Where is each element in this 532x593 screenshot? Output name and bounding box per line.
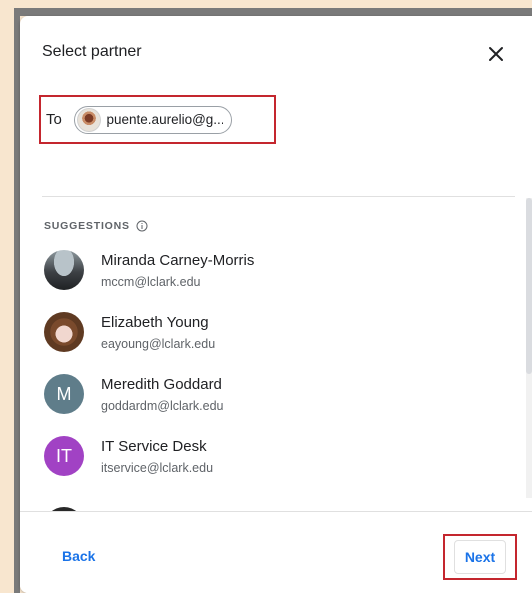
avatar [44,312,84,352]
contact-name: Miranda Carney-Morris [101,252,255,269]
scrollbar[interactable] [526,198,532,498]
back-button[interactable]: Back [62,548,95,564]
list-item[interactable]: Miranda Carney-Morris mccm@lclark.edu [44,250,514,312]
select-partner-dialog: Select partner To puente.aurelio@g... SU… [20,16,532,593]
avatar: M [44,374,84,414]
close-icon [489,47,503,61]
contact-email: mccm@lclark.edu [101,275,201,289]
list-item[interactable]: M Meredith Goddard goddardm@lclark.edu [44,374,514,436]
next-button[interactable]: Next [453,540,507,574]
dialog-footer: Back Next [20,512,532,593]
list-item[interactable]: IT IT Service Desk itservice@lclark.edu [44,436,514,498]
to-label: To [46,111,62,128]
scrollbar-thumb[interactable] [526,198,532,374]
background-strip-top [0,0,532,8]
recipient-chip-text: puente.aurelio@g... [106,112,223,127]
avatar [76,107,101,132]
contact-email: goddardm@lclark.edu [101,399,224,413]
background-strip-left [0,8,14,593]
suggestions-label: SUGGESTIONS [44,220,130,232]
suggestions-heading: SUGGESTIONS [44,220,148,232]
info-icon[interactable] [136,220,148,232]
close-button[interactable] [482,40,510,68]
recipient-row: To puente.aurelio@g... [39,95,276,144]
backdrop-edge-top [14,8,532,16]
avatar: IT [44,436,84,476]
avatar [44,250,84,290]
contact-name: Meredith Goddard [101,376,222,393]
contact-name: Elizabeth Young [101,314,209,331]
contact-email: itservice@lclark.edu [101,461,214,475]
divider [42,196,515,197]
suggestions-list: Miranda Carney-Morris mccm@lclark.edu El… [44,250,514,498]
list-item[interactable]: Elizabeth Young eayoung@lclark.edu [44,312,514,374]
recipient-chip[interactable]: puente.aurelio@g... [73,105,232,134]
contact-name: IT Service Desk [101,438,207,455]
dialog-title: Select partner [42,43,142,60]
next-highlight: Next [443,534,517,580]
contact-email: eayoung@lclark.edu [101,337,216,351]
